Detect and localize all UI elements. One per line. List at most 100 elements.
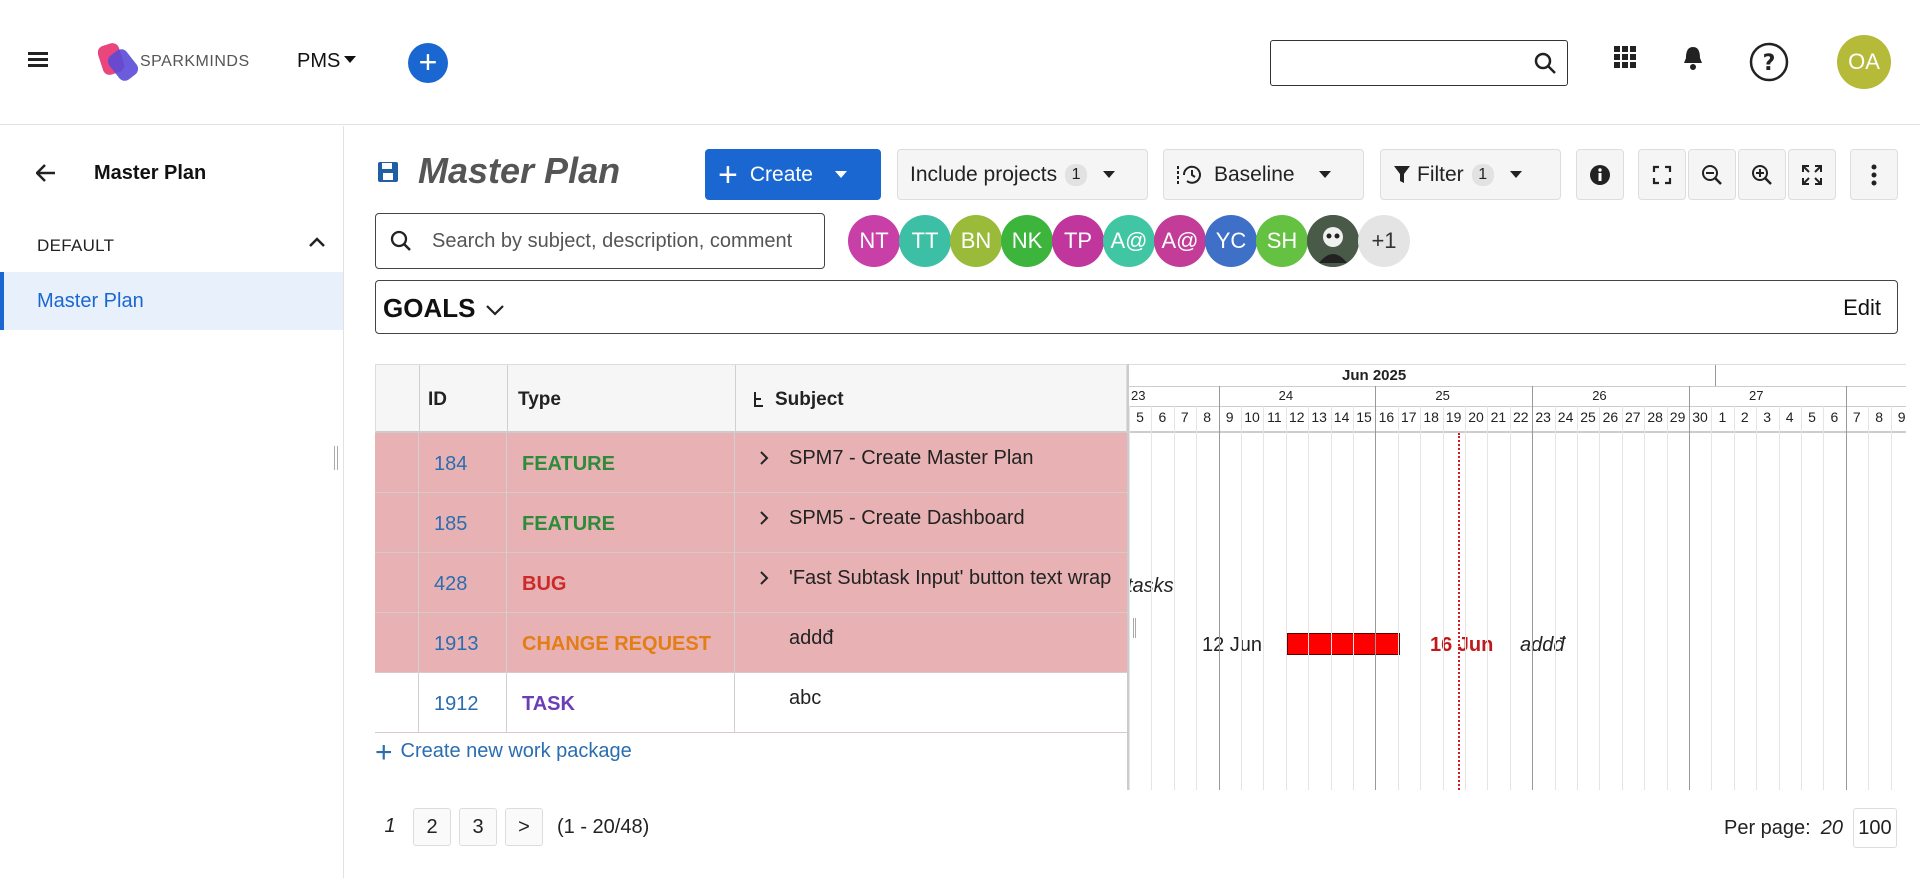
fit-width-button[interactable] (1638, 149, 1686, 200)
row-checkbox-cell[interactable] (375, 613, 419, 673)
gantt-day-label: 27 (1625, 409, 1641, 425)
gantt-bar[interactable] (1287, 633, 1400, 655)
gantt-day-label: 18 (1423, 409, 1439, 425)
gantt-day-label: 8 (1875, 409, 1884, 425)
apps-grid-icon[interactable] (1613, 45, 1637, 69)
menu-icon[interactable] (28, 52, 48, 68)
page-3[interactable]: 3 (459, 808, 497, 846)
member-avatar[interactable]: YC (1205, 215, 1257, 267)
gantt-day-label: 1 (1718, 409, 1727, 425)
more-options-button[interactable] (1850, 149, 1898, 200)
id-link[interactable]: 1912 (434, 693, 479, 716)
user-avatar[interactable]: OA (1837, 35, 1891, 89)
gantt-grid-line (1353, 406, 1354, 790)
type-cell: FEATURE (507, 433, 735, 493)
chevron-up-icon[interactable] (308, 236, 326, 248)
subject-cell[interactable]: addđ (735, 613, 1127, 673)
row-checkbox-cell[interactable] (375, 493, 419, 553)
project-switcher[interactable]: PMS (297, 50, 357, 73)
gantt-drag-handle[interactable] (1133, 618, 1136, 638)
table-row[interactable]: 428 BUG 'Fast Subtask Input' button text w… (375, 553, 1127, 613)
plus-icon: + (718, 155, 738, 194)
bell-icon[interactable] (1682, 45, 1704, 71)
header-id-col[interactable]: ID (420, 365, 508, 432)
chevron-right-icon[interactable] (758, 569, 770, 587)
per-page-100[interactable]: 100 (1852, 808, 1897, 848)
work-package-table: ID Type Subject 184 FEATURE SPM7 - Create … (375, 364, 1127, 733)
row-checkbox-cell[interactable] (375, 553, 419, 613)
page-next[interactable]: > (505, 808, 543, 846)
goals-edit-button[interactable]: Edit (1843, 295, 1881, 321)
help-icon[interactable]: ? (1749, 42, 1789, 82)
member-avatar[interactable]: NK (1001, 215, 1053, 267)
table-row[interactable]: 184 FEATURE SPM7 - Create Master Plan (375, 433, 1127, 493)
member-avatar[interactable]: TP (1052, 215, 1104, 267)
work-package-search-field[interactable] (375, 213, 825, 269)
subject-cell[interactable]: 'Fast Subtask Input' button text wrap (735, 553, 1127, 613)
gantt-grid-line (1577, 406, 1578, 790)
sidebar-group-label[interactable]: DEFAULT (37, 236, 114, 256)
photo-avatar-icon (1307, 215, 1359, 267)
more-members-avatar[interactable]: +1 (1358, 215, 1410, 267)
member-avatar[interactable]: BN (950, 215, 1002, 267)
header-subject-col[interactable]: Subject (736, 365, 1128, 432)
member-avatar[interactable]: NT (848, 215, 900, 267)
quick-add-button[interactable]: + (408, 43, 448, 83)
logo[interactable]: SPARKMINDS (98, 40, 250, 84)
subject-cell[interactable]: SPM7 - Create Master Plan (735, 433, 1127, 493)
zoom-out-button[interactable] (1688, 149, 1736, 200)
create-button-label: Create (749, 162, 813, 186)
sidebar-item-master-plan[interactable]: Master Plan (0, 272, 343, 330)
gantt-week-label: 25 (1435, 388, 1450, 403)
global-search-input[interactable] (1270, 40, 1568, 86)
gantt-grid-line (1196, 406, 1198, 790)
baseline-button[interactable]: Baseline (1163, 149, 1364, 200)
header-type-col[interactable]: Type (508, 365, 736, 432)
baseline-label: Baseline (1214, 162, 1295, 186)
back-arrow-icon[interactable] (35, 162, 56, 188)
id-link[interactable]: 428 (434, 573, 467, 596)
table-row[interactable]: 1913 CHANGE REQUEST addđ (375, 613, 1127, 673)
row-checkbox-cell[interactable] (375, 433, 419, 493)
id-cell: 1912 (419, 673, 507, 733)
details-button[interactable] (1576, 149, 1624, 200)
id-link[interactable]: 185 (434, 513, 467, 536)
create-work-package-label: Create new work package (400, 740, 632, 762)
table-row[interactable]: 1912 TASK abc (375, 673, 1127, 733)
page-2[interactable]: 2 (413, 808, 451, 846)
gantt-day-label: 22 (1513, 409, 1529, 425)
table-row[interactable]: 185 FEATURE SPM5 - Create Dashboard (375, 493, 1127, 553)
type-label: TASK (522, 693, 575, 715)
id-link[interactable]: 184 (434, 453, 467, 476)
subject-cell[interactable]: abc (735, 673, 1127, 733)
gantt-grid-line (1263, 406, 1265, 790)
header-checkbox-col (376, 365, 420, 432)
chevron-right-icon[interactable] (758, 449, 770, 467)
subject-cell[interactable]: SPM5 - Create Dashboard (735, 493, 1127, 553)
member-avatar[interactable]: SH (1256, 215, 1308, 267)
gantt-header-divider (1129, 386, 1906, 387)
work-package-search-input[interactable] (432, 224, 812, 258)
gantt-grid-line (1801, 406, 1802, 790)
member-avatar[interactable]: TT (899, 215, 951, 267)
create-work-package-link[interactable]: + Create new work package (375, 736, 632, 770)
filter-button[interactable]: Filter 1 (1380, 149, 1561, 200)
gantt-day-label: 29 (1669, 409, 1686, 425)
member-avatar[interactable]: A@ (1154, 215, 1206, 267)
gantt-grid-line (1711, 406, 1713, 790)
id-link[interactable]: 1913 (434, 633, 479, 656)
sidebar-resize-handle[interactable] (334, 446, 338, 470)
save-icon[interactable] (377, 161, 399, 183)
create-button[interactable]: + Create (705, 149, 881, 200)
row-checkbox-cell[interactable] (375, 673, 419, 733)
filter-count: 1 (1471, 163, 1494, 186)
pagination: 1 2 3 > (1 - 20/48) (375, 808, 649, 846)
member-avatar[interactable]: A@ (1103, 215, 1155, 267)
chevron-right-icon[interactable] (758, 509, 770, 527)
gantt-grid-line (1330, 406, 1332, 790)
include-projects-button[interactable]: Include projects 1 (897, 149, 1148, 200)
goals-toggle[interactable]: GOALS (383, 293, 505, 324)
member-avatar[interactable] (1307, 215, 1359, 267)
zoom-in-button[interactable] (1738, 149, 1786, 200)
expand-button[interactable] (1788, 149, 1836, 200)
